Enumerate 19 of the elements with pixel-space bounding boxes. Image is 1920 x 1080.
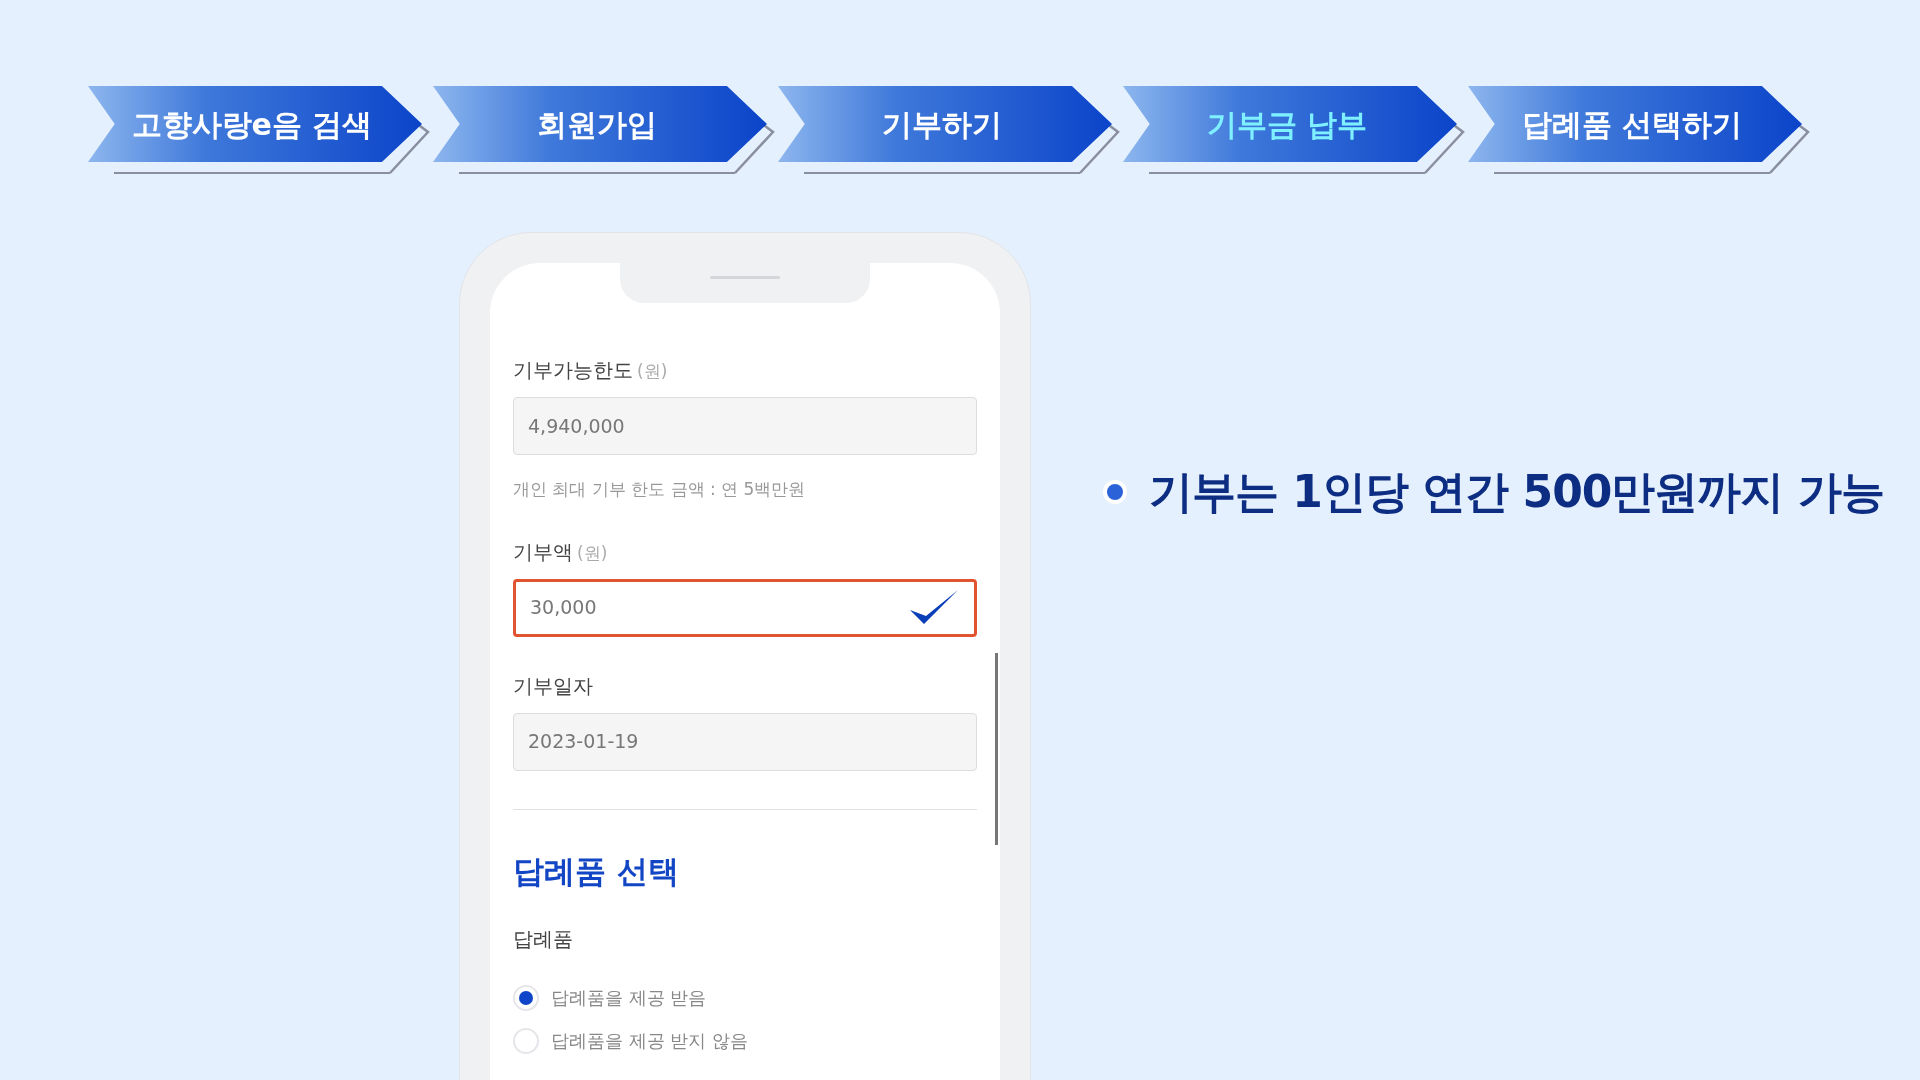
radio-button[interactable] (513, 1027, 539, 1054)
field-value: 4,940,000 (528, 413, 625, 439)
input-field[interactable]: 4,940,000 (513, 397, 977, 455)
unit-label: (원) (637, 360, 668, 383)
bullet-text: 기부는 1인당 연간 500만원까지 가능 (1149, 465, 1884, 519)
radio-label: 답례품을 제공 받지 않음 (551, 1029, 749, 1053)
radio-label: 답례품을 제공 받음 (551, 986, 707, 1010)
radio-button[interactable] (513, 984, 539, 1011)
input-field[interactable]: 30,000 (513, 578, 977, 637)
field-label: 기부일자 (513, 672, 593, 700)
field-label: 기부가능한도 (513, 357, 633, 384)
section-title: 답례품 선택 (513, 851, 680, 891)
field-value: 30,000 (530, 595, 597, 621)
hint-text: 개인 최대 기부 한도 금액 : 연 5백만원 (513, 478, 807, 501)
input-field[interactable]: 2023-01-19 (513, 712, 977, 771)
unit-label: (원) (577, 541, 608, 565)
field-label: 기부액 (513, 538, 573, 566)
field-label: 답례품 (513, 926, 574, 953)
field-value: 2023-01-19 (528, 729, 639, 755)
